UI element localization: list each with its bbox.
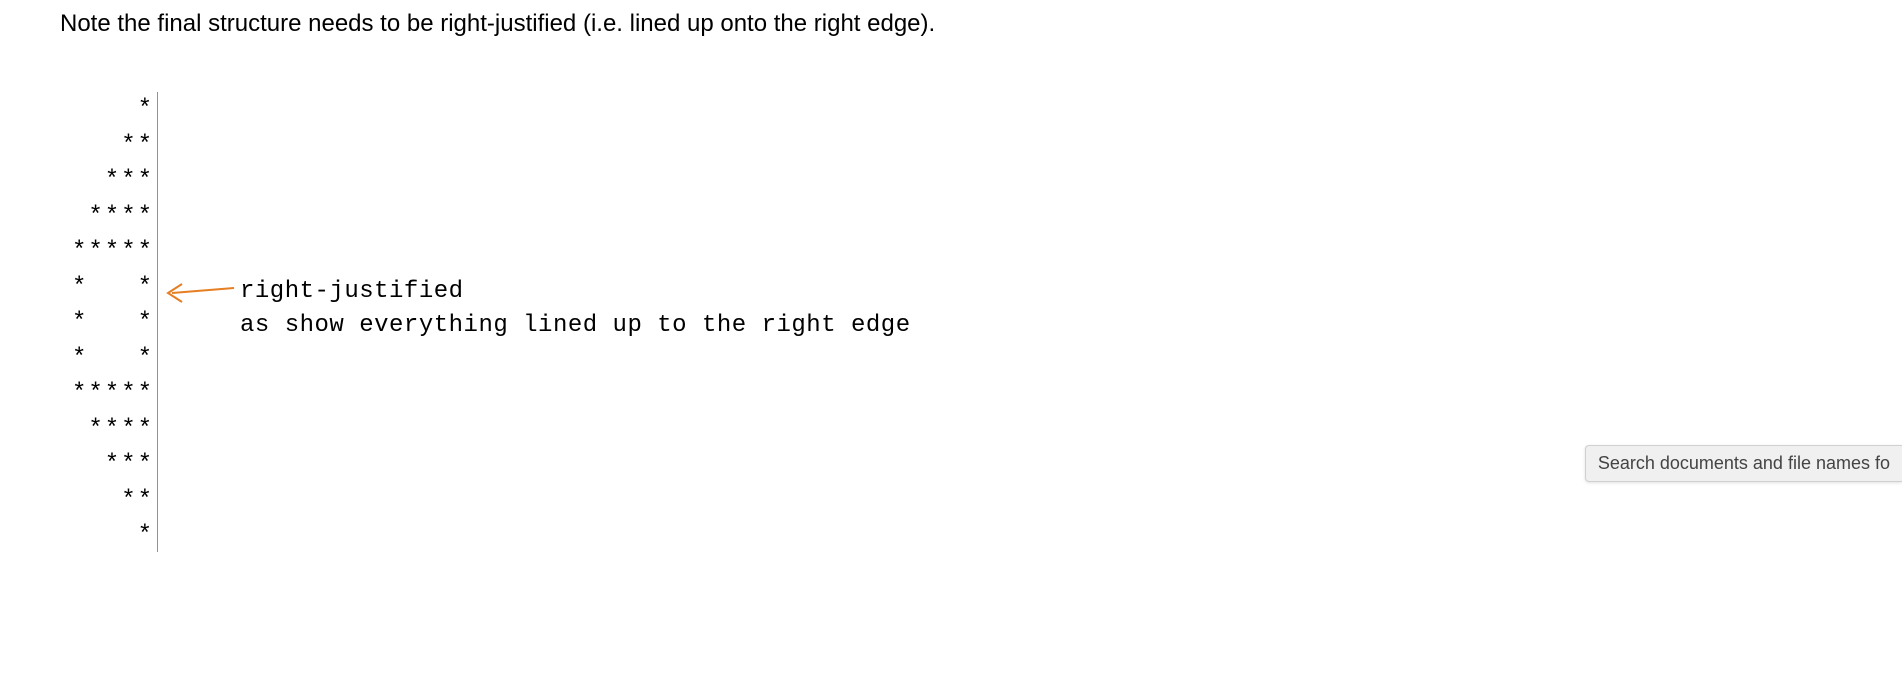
arrow-left-icon: [162, 278, 238, 308]
pattern-row: * *: [70, 341, 154, 377]
pattern-row: ****: [70, 412, 154, 448]
pattern-row: * *: [70, 270, 154, 306]
annotation: right-justified as show everything lined…: [240, 275, 911, 343]
pattern-row: *****: [70, 376, 154, 412]
pattern-row: *: [70, 92, 154, 128]
pattern-row: *****: [70, 234, 154, 270]
pattern-row: *: [70, 518, 154, 554]
pattern-row: * *: [70, 305, 154, 341]
pattern-row: **: [70, 483, 154, 519]
annotation-line-2: as show everything lined up to the right…: [240, 309, 911, 343]
pattern-row: ****: [70, 199, 154, 235]
search-tooltip: Search documents and file names fo: [1585, 445, 1902, 482]
right-edge-guide-line: [157, 92, 158, 552]
pattern-row: ***: [70, 163, 154, 199]
pattern-row: ***: [70, 447, 154, 483]
pattern-row: **: [70, 128, 154, 164]
star-pattern: * ** *** **** ***** * * * * * * ***** **…: [70, 92, 154, 554]
annotation-line-1: right-justified: [240, 275, 911, 309]
instruction-text: Note the final structure needs to be rig…: [60, 10, 935, 38]
